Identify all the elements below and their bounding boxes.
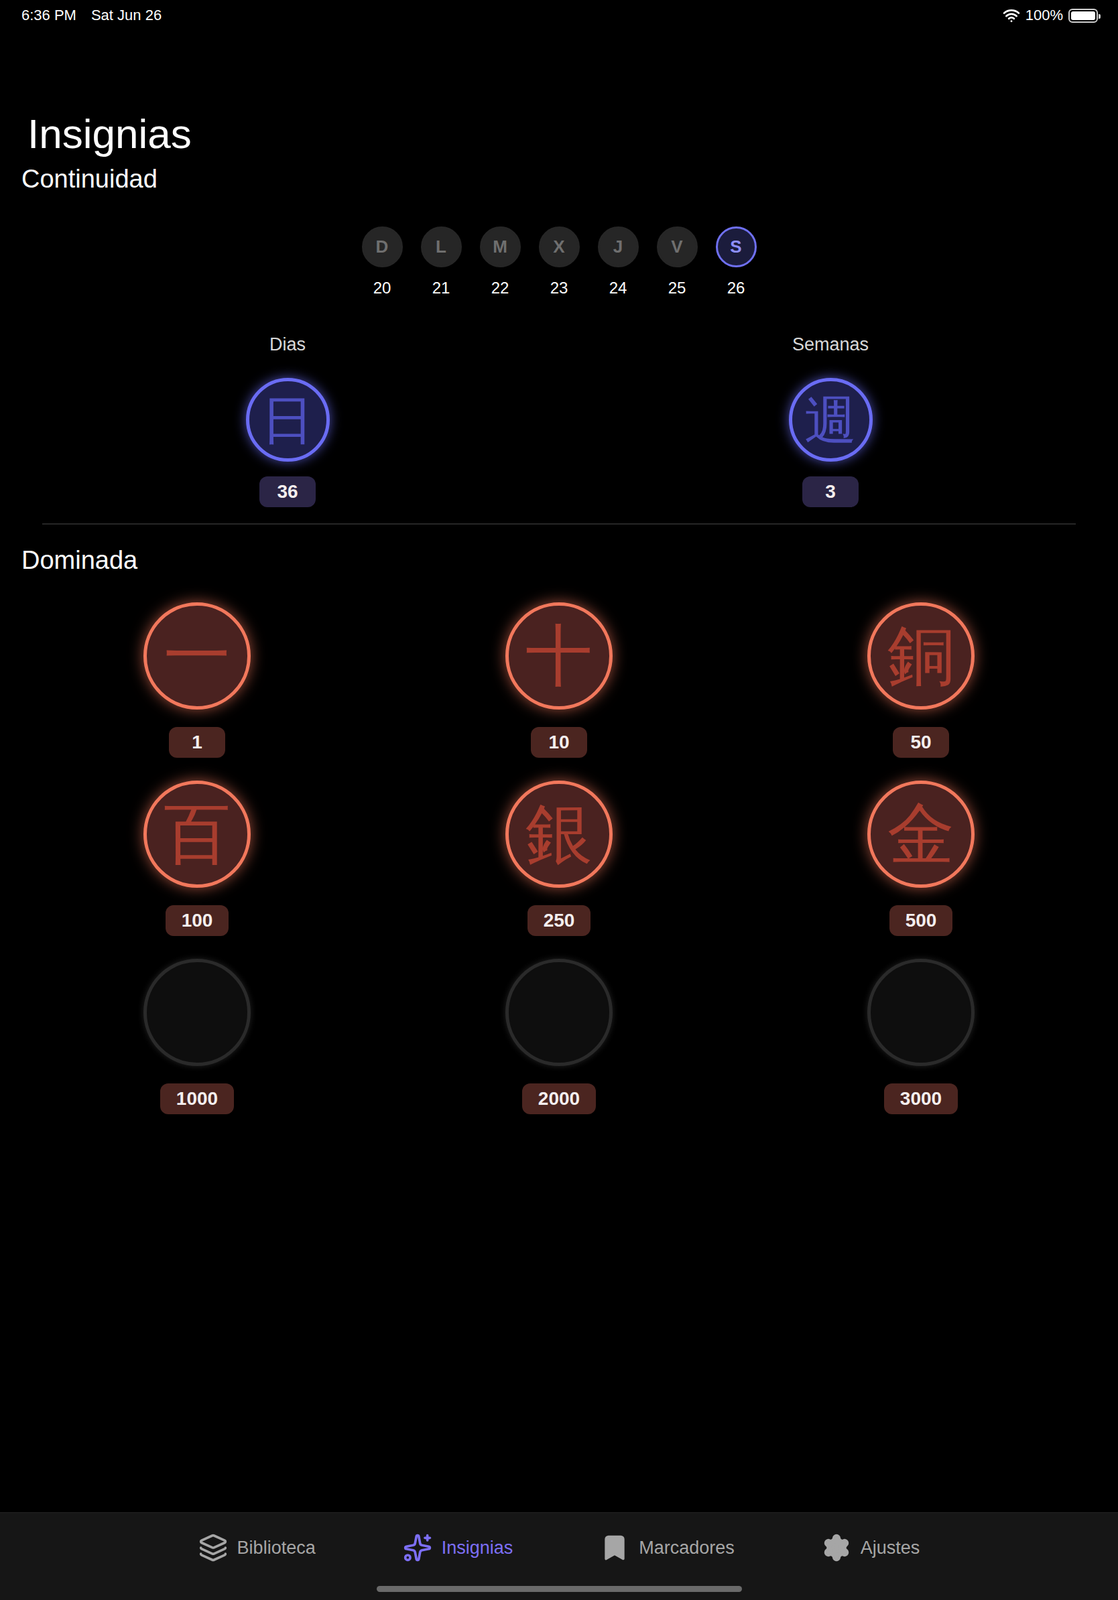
mastery-badge[interactable]: [867, 959, 975, 1067]
tab-item[interactable]: Insignias: [402, 1533, 514, 1564]
day-item[interactable]: V 25: [656, 226, 698, 298]
badge-glyph: 百: [163, 800, 231, 868]
streak-item[interactable]: Dias 日 36: [16, 333, 559, 508]
tab-bar: Biblioteca Insignias Marcadores Ajustes: [0, 1512, 1118, 1600]
badge-glyph: 十: [525, 622, 593, 690]
mastery-item[interactable]: 1000: [16, 959, 379, 1115]
streak-badge[interactable]: 日: [245, 378, 330, 462]
mastery-grid: 一1十10銅50百100銀250金500100020003000: [0, 602, 1118, 1115]
battery-fill: [1071, 11, 1096, 21]
day-item[interactable]: D 20: [361, 226, 403, 298]
mastery-badge[interactable]: 百: [143, 780, 251, 889]
day-circle[interactable]: D: [361, 226, 403, 268]
day-item[interactable]: M 22: [479, 226, 521, 298]
mastery-item[interactable]: 2000: [378, 959, 740, 1115]
streak-badge-wrap: 週: [788, 378, 873, 462]
mastery-count: 1: [168, 727, 226, 759]
mastery-badge[interactable]: [143, 959, 251, 1067]
tab-row: Biblioteca Insignias Marcadores Ajustes: [198, 1533, 921, 1564]
streak-badge-wrap: 日: [245, 378, 330, 462]
day-date: 20: [373, 278, 392, 298]
tab-label: Biblioteca: [237, 1538, 316, 1560]
streak-badge[interactable]: 週: [788, 378, 873, 462]
mastery-item[interactable]: 十 10: [378, 602, 740, 759]
day-circle[interactable]: J: [597, 226, 639, 268]
streak-count: 3: [802, 476, 859, 508]
day-circle[interactable]: V: [656, 226, 698, 268]
mastery-count: 500: [889, 905, 954, 937]
day-circle[interactable]: S: [715, 226, 757, 268]
streak-grid: Dias 日 36 Semanas 週 3: [0, 333, 1118, 508]
day-item[interactable]: L 21: [420, 226, 462, 298]
mastery-count: 250: [527, 905, 592, 937]
mastery-badge[interactable]: [505, 959, 613, 1067]
mastery-count: 100: [165, 905, 230, 937]
day-item[interactable]: S 26: [715, 226, 757, 298]
status-date: Sat Jun 26: [91, 6, 162, 25]
status-bar: 6:36 PM Sat Jun 26 100%: [0, 0, 1118, 31]
streak-count: 36: [259, 476, 316, 508]
home-indicator: [376, 1586, 742, 1593]
status-left: 6:36 PM Sat Jun 26: [21, 6, 162, 25]
day-date: 26: [727, 278, 746, 298]
mastery-badge[interactable]: 一: [143, 602, 251, 710]
badge-glyph: 金: [887, 800, 955, 868]
page-title: Insignias: [27, 109, 1118, 159]
mastery-badge[interactable]: 銅: [867, 602, 975, 710]
day-item[interactable]: J 24: [597, 226, 639, 298]
mastery-count: 2000: [522, 1083, 596, 1115]
day-date: 23: [550, 278, 569, 298]
tab-item[interactable]: Biblioteca: [198, 1533, 316, 1564]
mastery-item[interactable]: 3000: [739, 959, 1102, 1115]
mastery-item[interactable]: 銅 50: [739, 602, 1102, 759]
bookmark-icon: [599, 1533, 630, 1564]
badges-screen: 6:36 PM Sat Jun 26 100% Insignias Continuida…: [0, 0, 1118, 1600]
mastery-item[interactable]: 百 100: [16, 780, 379, 937]
tab-label: Marcadores: [638, 1538, 735, 1560]
day-date: 25: [668, 278, 687, 298]
battery-icon: [1068, 8, 1098, 23]
streak-label: Dias: [269, 333, 306, 356]
mastery-heading: Dominada: [21, 544, 1118, 576]
day-circle[interactable]: M: [479, 226, 521, 268]
streak-item[interactable]: Semanas 週 3: [559, 333, 1102, 508]
sparkles-icon: [402, 1533, 433, 1564]
badge-glyph: 一: [163, 622, 231, 690]
badge-glyph: 銀: [525, 800, 593, 868]
tab-item[interactable]: Marcadores: [599, 1533, 735, 1564]
tab-label: Ajustes: [860, 1538, 921, 1560]
continuity-heading: Continuidad: [21, 163, 1118, 195]
tab-label: Insignias: [441, 1538, 514, 1560]
badge-glyph: 銅: [887, 622, 955, 690]
gear-icon: [821, 1533, 852, 1564]
wifi-icon: [1002, 6, 1021, 25]
day-date: 22: [491, 278, 510, 298]
status-right: 100%: [1002, 6, 1098, 25]
badge-glyph: 日: [261, 394, 314, 447]
streak-label: Semanas: [792, 333, 869, 356]
mastery-count: 10: [530, 727, 588, 759]
mastery-badge[interactable]: 銀: [505, 780, 613, 889]
day-circle[interactable]: X: [538, 226, 580, 268]
mastery-count: 1000: [160, 1083, 234, 1115]
mastery-item[interactable]: 一1: [16, 602, 379, 759]
mastery-item[interactable]: 銀 250: [378, 780, 740, 937]
mastery-count: 3000: [884, 1083, 958, 1115]
tab-item[interactable]: Ajustes: [821, 1533, 921, 1564]
day-date: 24: [609, 278, 628, 298]
mastery-item[interactable]: 金 500: [739, 780, 1102, 937]
mastery-count: 50: [892, 727, 950, 759]
day-circle[interactable]: L: [420, 226, 462, 268]
badge-glyph: 週: [804, 394, 857, 447]
layers-icon: [198, 1533, 228, 1564]
day-item[interactable]: X 23: [538, 226, 580, 298]
day-date: 21: [432, 278, 451, 298]
section-divider: [42, 523, 1076, 525]
battery-percent: 100%: [1025, 6, 1064, 25]
mastery-badge[interactable]: 金: [867, 780, 975, 889]
status-time: 6:36 PM: [21, 6, 77, 25]
week-row: D 20 L 21 M 22 X 23 J 24 V 25 S 26: [0, 226, 1118, 298]
mastery-badge[interactable]: 十: [505, 602, 613, 710]
